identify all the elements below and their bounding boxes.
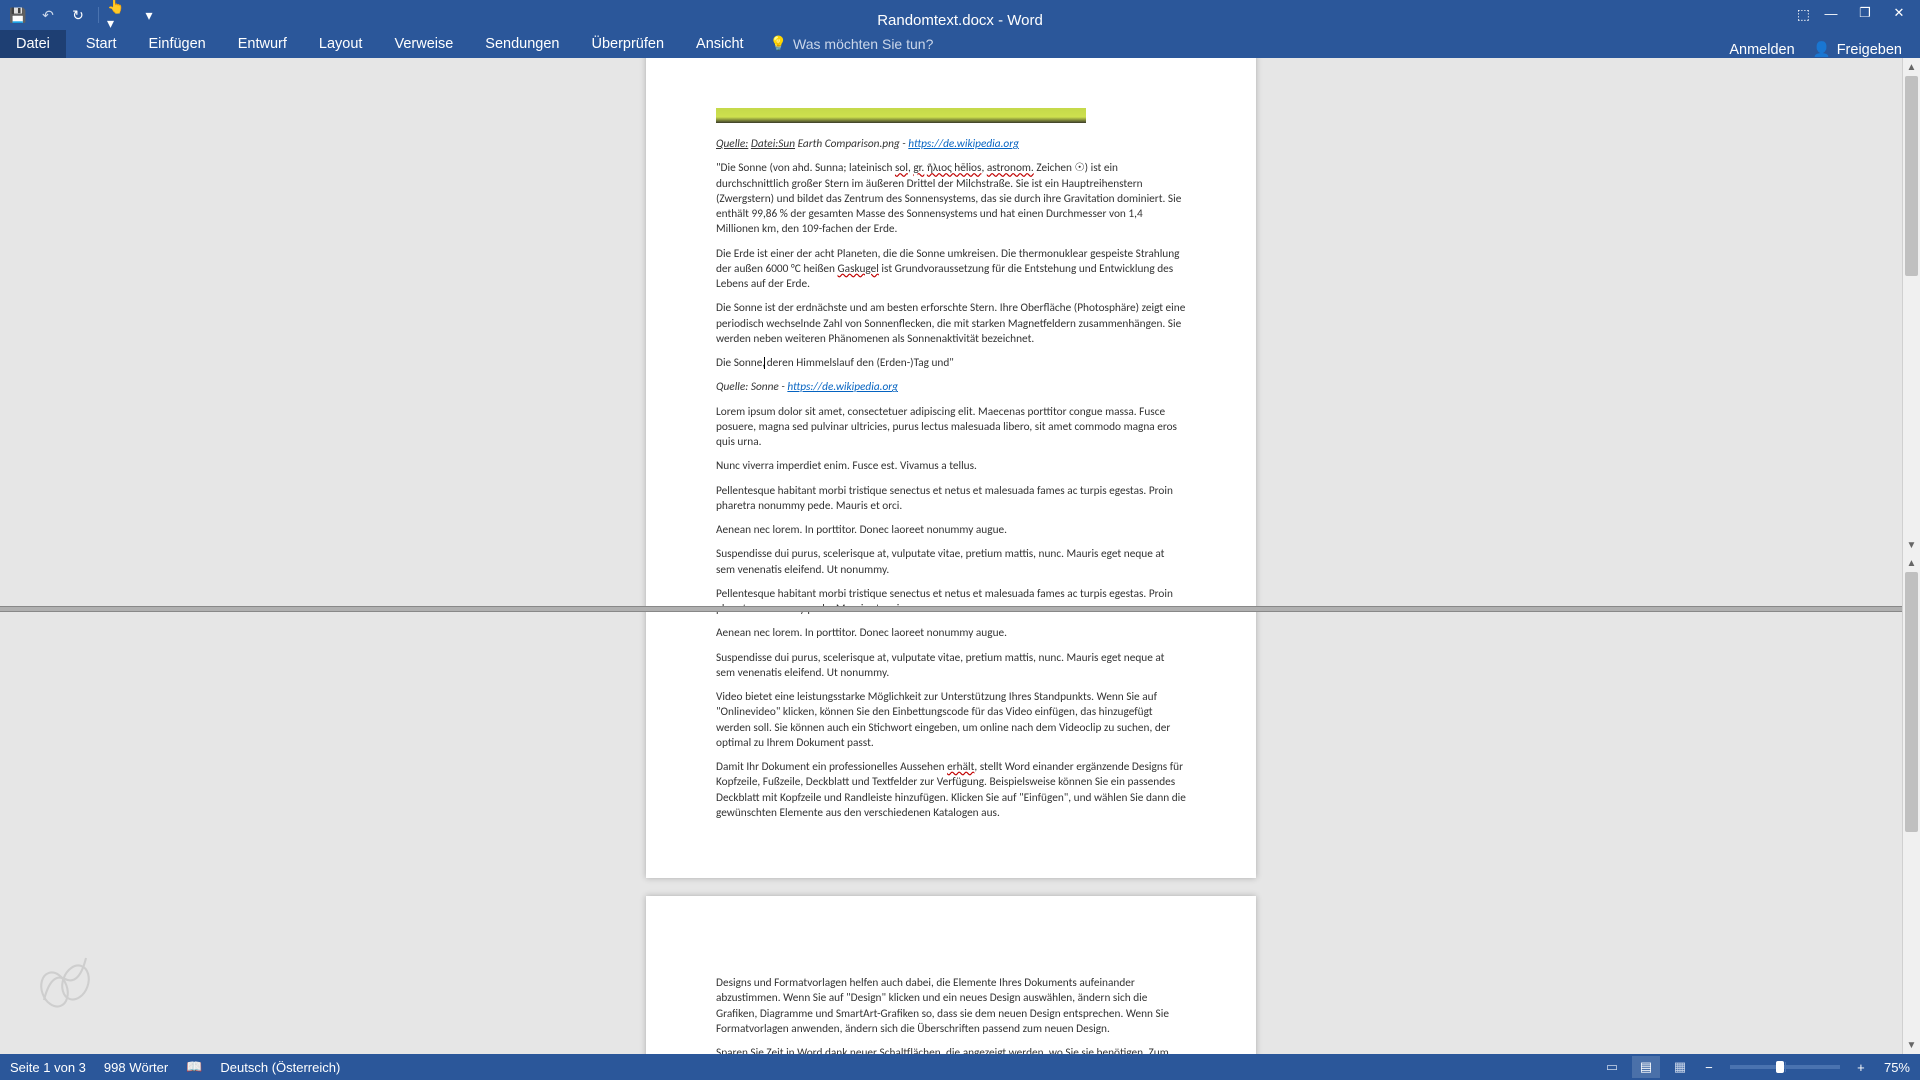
document-area[interactable]: Quelle: Datei:Sun Earth Comparison.png -…	[0, 58, 1902, 1054]
tab-start[interactable]: Start	[70, 30, 133, 58]
print-layout-button[interactable]: ▤	[1632, 1056, 1660, 1078]
paragraph: Damit Ihr Dokument ein professionelles A…	[716, 760, 1186, 821]
paragraph: Pellentesque habitant morbi tristique se…	[716, 587, 1186, 618]
scroll-down-button[interactable]: ▼	[1903, 536, 1920, 554]
close-button[interactable]: ✕	[1882, 2, 1916, 24]
redo-button[interactable]: ↻	[66, 4, 90, 26]
share-label: Freigeben	[1837, 42, 1902, 58]
paragraph: Lorem ipsum dolor sit amet, consectetuer…	[716, 405, 1186, 451]
signin-button[interactable]: Anmelden	[1729, 42, 1794, 58]
watermark-logo	[30, 944, 100, 1014]
undo-button[interactable]: ↶	[36, 4, 60, 26]
paragraph: Nunc viverra imperdiet enim. Fusce est. …	[716, 459, 1186, 474]
language-indicator[interactable]: Deutsch (Österreich)	[220, 1060, 340, 1075]
tab-references[interactable]: Verweise	[378, 30, 469, 58]
source-line-2: Quelle: Sonne - https://de.wikipedia.org	[716, 380, 1186, 395]
zoom-slider[interactable]	[1730, 1065, 1840, 1069]
tab-review[interactable]: Überprüfen	[575, 30, 680, 58]
paragraph: Die Sonne, deren Himmelslauf den (Erden-…	[716, 356, 1186, 371]
paragraph: Video bietet eine leistungsstarke Möglic…	[716, 690, 1186, 751]
image-source-line: Quelle: Datei:Sun Earth Comparison.png -…	[716, 137, 1186, 152]
vertical-scrollbar-top-pane[interactable]: ▲ ▼	[1902, 58, 1920, 554]
tell-me-search[interactable]: 💡 Was möchten Sie tun?	[760, 29, 944, 58]
paragraph: Designs und Formatvorlagen helfen auch d…	[716, 976, 1186, 1037]
tab-mailings[interactable]: Sendungen	[469, 30, 575, 58]
zoom-level[interactable]: 75%	[1884, 1060, 1910, 1075]
restore-button[interactable]: ❐	[1848, 2, 1882, 24]
scroll-track[interactable]	[1903, 76, 1920, 536]
paragraph: "Die Sonne (von ahd. Sunna; lateinisch s…	[716, 161, 1186, 237]
touch-mode-button[interactable]: 👆▾	[107, 4, 131, 26]
save-button[interactable]: 💾	[6, 4, 30, 26]
tell-me-placeholder: Was möchten Sie tun?	[793, 36, 933, 52]
source1-link[interactable]: https://de.wikipedia.org	[908, 137, 1019, 151]
tab-view[interactable]: Ansicht	[680, 30, 760, 58]
minimize-button[interactable]: ―	[1814, 2, 1848, 24]
zoom-out-button[interactable]: −	[1700, 1060, 1718, 1075]
scroll-up-button[interactable]: ▲	[1903, 554, 1920, 572]
web-layout-button[interactable]: ▦	[1666, 1056, 1694, 1078]
page-2[interactable]: Designs und Formatvorlagen helfen auch d…	[646, 896, 1256, 1054]
paragraph: Sparen Sie Zeit in Word dank neuer Schal…	[716, 1046, 1186, 1054]
tab-design[interactable]: Entwurf	[222, 30, 303, 58]
word-count[interactable]: 998 Wörter	[104, 1060, 168, 1075]
proofing-icon[interactable]: 📖	[186, 1059, 202, 1075]
vertical-scrollbar-bottom-pane[interactable]: ▲ ▼	[1902, 554, 1920, 1054]
paragraph: Suspendisse dui purus, scelerisque at, v…	[716, 651, 1186, 682]
read-mode-button[interactable]: ▭	[1598, 1056, 1626, 1078]
share-icon: 👤	[1813, 41, 1831, 58]
scroll-down-button[interactable]: ▼	[1903, 1036, 1920, 1054]
ribbon-display-options-button[interactable]: ⬚	[1797, 6, 1810, 23]
paragraph: Aenean nec lorem. In porttitor. Donec la…	[716, 523, 1186, 538]
scroll-thumb[interactable]	[1905, 572, 1918, 832]
scroll-track[interactable]	[1903, 572, 1920, 1036]
status-bar: Seite 1 von 3 998 Wörter 📖 Deutsch (Öste…	[0, 1054, 1920, 1080]
split-view-divider[interactable]	[0, 606, 1902, 612]
tab-insert[interactable]: Einfügen	[132, 30, 221, 58]
paragraph: Suspendisse dui purus, scelerisque at, v…	[716, 547, 1186, 578]
lightbulb-icon: 💡	[770, 35, 787, 52]
scroll-up-button[interactable]: ▲	[1903, 58, 1920, 76]
tab-file[interactable]: Datei	[0, 30, 66, 58]
zoom-in-button[interactable]: +	[1852, 1060, 1870, 1075]
page-indicator[interactable]: Seite 1 von 3	[10, 1060, 86, 1075]
paragraph: Pellentesque habitant morbi tristique se…	[716, 484, 1186, 515]
document-title: Randomtext.docx - Word	[877, 12, 1043, 29]
scroll-thumb[interactable]	[1905, 76, 1918, 276]
tab-layout[interactable]: Layout	[303, 30, 379, 58]
page-1[interactable]: Quelle: Datei:Sun Earth Comparison.png -…	[646, 58, 1256, 878]
source2-link[interactable]: https://de.wikipedia.org	[787, 380, 898, 394]
paragraph: Aenean nec lorem. In porttitor. Donec la…	[716, 626, 1186, 641]
zoom-slider-knob[interactable]	[1776, 1061, 1784, 1073]
paragraph: Die Sonne ist der erdnächste und am best…	[716, 301, 1186, 347]
embedded-image[interactable]	[716, 108, 1086, 123]
share-button[interactable]: 👤 Freigeben	[1813, 41, 1902, 58]
qat-separator	[98, 7, 99, 23]
qat-customize-button[interactable]: ▾	[137, 4, 161, 26]
paragraph: Die Erde ist einer der acht Planeten, di…	[716, 247, 1186, 293]
